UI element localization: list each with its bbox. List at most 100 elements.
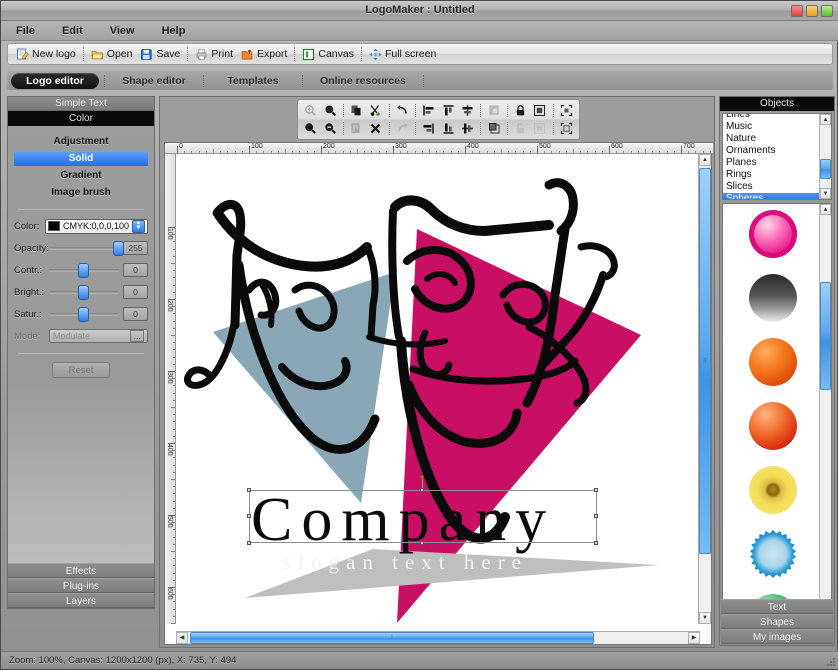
mode-solid[interactable]: Solid: [14, 152, 148, 166]
contrast-value[interactable]: 0: [123, 263, 148, 277]
align-bottom-icon[interactable]: [439, 120, 458, 137]
horizontal-ruler[interactable]: 0 100 200 300 400 500 600 700: [165, 143, 713, 154]
open-button[interactable]: Open: [87, 45, 137, 63]
selection-handle-tl[interactable]: [247, 488, 251, 492]
sphere-blue-starburst[interactable]: [749, 530, 797, 578]
scroll-right-arrow[interactable]: ▶: [688, 632, 700, 644]
lock-closed-icon[interactable]: [511, 102, 530, 119]
canvas-vertical-scrollbar[interactable]: ▲ ≡ ▼: [698, 154, 711, 624]
ungroup-icon[interactable]: [530, 120, 549, 137]
zoom-in-icon[interactable]: [301, 102, 320, 119]
object-category-list[interactable]: Lines Music Nature Ornaments Planes Ring…: [722, 113, 832, 200]
selection-handle-bl[interactable]: [247, 541, 251, 545]
mode-gradient[interactable]: Gradient: [8, 169, 154, 183]
print-button[interactable]: Print: [191, 45, 237, 63]
thumbnail-scrollbar[interactable]: ▲ ▼: [819, 204, 831, 610]
save-button[interactable]: Save: [136, 45, 184, 63]
maximize-button[interactable]: [821, 5, 833, 17]
scroll-down-arrow[interactable]: ▼: [820, 188, 831, 199]
bright-slider[interactable]: [49, 284, 119, 300]
color-select[interactable]: CMYK:0,0,0,100 ▲ ▼: [44, 218, 148, 234]
category-lines[interactable]: Lines: [723, 114, 819, 121]
scroll-up-arrow[interactable]: ▲: [820, 114, 831, 125]
sphere-orange[interactable]: [749, 338, 797, 386]
logo-artwork[interactable]: slogan text here Company: [177, 155, 698, 624]
selection-handle-tm[interactable]: [420, 488, 424, 492]
zoom-actual-icon[interactable]: [320, 102, 339, 119]
menu-file[interactable]: File: [13, 24, 38, 38]
layers-button[interactable]: Layers: [8, 593, 154, 608]
minimize-button[interactable]: [806, 5, 818, 17]
category-planes[interactable]: Planes: [723, 157, 819, 169]
group-icon[interactable]: [530, 102, 549, 119]
shapes-button[interactable]: Shapes: [721, 614, 833, 629]
object-list-scrollbar[interactable]: ▲ ▼: [819, 114, 831, 199]
tab-logo-editor[interactable]: Logo editor: [11, 72, 99, 89]
reset-button[interactable]: Reset: [52, 362, 110, 378]
plugins-button[interactable]: Plug-ins: [8, 578, 154, 593]
tab-shape-editor[interactable]: Shape editor: [110, 73, 198, 89]
export-button[interactable]: Export: [237, 45, 291, 63]
selection-handle-br[interactable]: [594, 541, 598, 545]
sphere-yellow-gold[interactable]: [749, 466, 797, 514]
opacity-value[interactable]: 255: [123, 241, 148, 255]
copy-icon[interactable]: [347, 102, 366, 119]
tab-templates[interactable]: Templates: [209, 73, 297, 89]
menu-view[interactable]: View: [107, 24, 138, 38]
cut-icon[interactable]: [366, 102, 385, 119]
satur-slider-thumb[interactable]: [78, 306, 90, 322]
send-back-icon[interactable]: [484, 120, 503, 137]
category-slices[interactable]: Slices: [723, 181, 819, 193]
new-logo-button[interactable]: New logo: [12, 45, 80, 63]
horizontal-scroll-thumb[interactable]: ⁞: [190, 632, 594, 644]
scroll-down-arrow[interactable]: ▼: [699, 612, 711, 624]
mode-image-brush[interactable]: Image brush: [8, 186, 154, 200]
mode-adjustment[interactable]: Adjustment: [8, 135, 154, 149]
text-selection-box[interactable]: [249, 490, 597, 543]
align-right-icon[interactable]: [419, 120, 438, 137]
paste-icon[interactable]: [347, 120, 366, 137]
scroll-up-arrow[interactable]: ▲: [699, 154, 711, 166]
selection-handle-mr[interactable]: [594, 514, 598, 518]
scroll-up-arrow[interactable]: ▲: [820, 204, 831, 215]
effects-button[interactable]: Effects: [8, 563, 154, 578]
scroll-left-arrow[interactable]: ◀: [176, 632, 188, 644]
category-nature[interactable]: Nature: [723, 133, 819, 145]
opacity-slider-thumb[interactable]: [113, 240, 125, 256]
bright-slider-thumb[interactable]: [78, 284, 90, 300]
rotation-handle[interactable]: [420, 475, 424, 479]
mode-browse-button[interactable]: ...: [130, 330, 144, 342]
canvas-button[interactable]: Canvas: [298, 45, 358, 63]
category-rings[interactable]: Rings: [723, 169, 819, 181]
sphere-black[interactable]: [749, 274, 797, 322]
fit-selection-icon[interactable]: [557, 102, 576, 119]
delete-icon[interactable]: [366, 120, 385, 137]
category-spheres[interactable]: Spheres: [723, 193, 819, 199]
category-music[interactable]: Music: [723, 121, 819, 133]
align-left-icon[interactable]: [419, 102, 438, 119]
canvas-horizontal-scrollbar[interactable]: ◀ ⁞ ▶: [176, 631, 700, 644]
category-ornaments[interactable]: Ornaments: [723, 145, 819, 157]
vertical-scroll-thumb[interactable]: ≡: [699, 168, 711, 554]
tab-online-resources[interactable]: Online resources: [308, 73, 418, 89]
fullscreen-button[interactable]: Full screen: [365, 45, 440, 63]
my-images-button[interactable]: My images: [721, 629, 833, 644]
opacity-slider[interactable]: [49, 240, 125, 256]
contrast-slider[interactable]: [49, 262, 119, 278]
lock-open-icon[interactable]: [511, 120, 530, 137]
selection-handle-bm[interactable]: [420, 541, 424, 545]
mode-field[interactable]: Modulate ...: [49, 329, 148, 343]
bring-front-icon[interactable]: [484, 102, 503, 119]
zoom-out-icon[interactable]: [301, 120, 320, 137]
sphere-orange-red[interactable]: [749, 402, 797, 450]
vertical-ruler[interactable]: 100 200 300 400 500 600: [165, 154, 176, 624]
undo-icon[interactable]: [393, 102, 412, 119]
resize-grip-icon[interactable]: [824, 655, 836, 667]
align-top-icon[interactable]: [439, 102, 458, 119]
selection-handle-ml[interactable]: [247, 514, 251, 518]
fit-canvas-icon[interactable]: [557, 120, 576, 137]
sphere-pink[interactable]: [749, 210, 797, 258]
artboard[interactable]: slogan text here Company: [177, 155, 698, 624]
contrast-slider-thumb[interactable]: [78, 262, 90, 278]
satur-value[interactable]: 0: [123, 307, 148, 321]
